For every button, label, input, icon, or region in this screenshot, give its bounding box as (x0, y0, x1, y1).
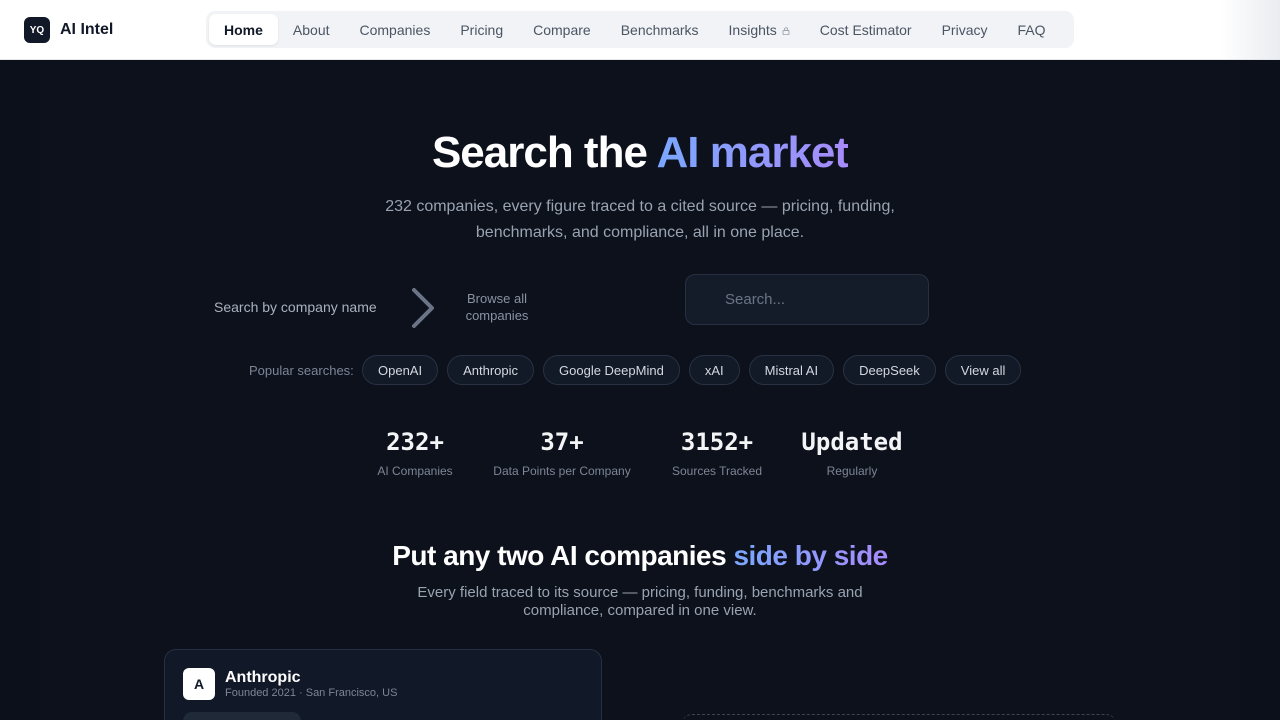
search-label: Search by company name (214, 299, 377, 315)
stat-value: Updated (801, 428, 903, 456)
chip-deepseek[interactable]: DeepSeek (843, 355, 936, 385)
nav-item-insights[interactable]: Insights (714, 14, 805, 45)
hero-title: Search the AI market (0, 128, 1280, 178)
top-navigation-bar: YQ AI Intel Home About Companies Pricing… (0, 0, 1280, 60)
browse-all-companies-link[interactable]: Browse all companies (452, 290, 542, 324)
chip-xai[interactable]: xAI (688, 355, 740, 385)
nav-item-about[interactable]: About (278, 14, 345, 45)
stat-companies: 232+ AI Companies (364, 428, 466, 478)
compare-title-accent: side by side (733, 540, 888, 571)
nav-item-home[interactable]: Home (209, 14, 278, 45)
nav-item-benchmarks[interactable]: Benchmarks (606, 14, 714, 45)
nav-item-companies[interactable]: Companies (345, 14, 446, 45)
brand-logo[interactable]: YQ AI Intel (24, 17, 113, 43)
stat-sources: 3152+ Sources Tracked (664, 428, 770, 478)
company-avatar: A (183, 668, 215, 700)
company-tag (183, 712, 301, 720)
brand-name: AI Intel (60, 21, 114, 38)
search-row: Search by company name Browse all compan… (0, 274, 1280, 329)
hero-subtitle: 232 companies, every figure traced to a … (385, 198, 895, 241)
compare-section-title: Put any two AI companies side by side (0, 540, 1280, 572)
stat-value: 232+ (386, 428, 444, 456)
main-content: Search the AI market 232 companies, ever… (0, 60, 1280, 720)
stats-row: 232+ AI Companies 37+ Data Points per Co… (0, 428, 1280, 488)
company-card[interactable]: A Anthropic Founded 2021 · San Francisco… (164, 649, 602, 720)
popular-chips: OpenAI Anthropic Google DeepMind xAI Mis… (362, 355, 1022, 385)
compare-title-prefix: Put any two AI companies (392, 540, 734, 571)
stat-updated: Updated Regularly (796, 428, 908, 478)
chevron-right-icon[interactable] (408, 287, 440, 329)
main-nav: Home About Companies Pricing Compare Ben… (206, 11, 1074, 48)
nav-item-cost-estimator[interactable]: Cost Estimator (805, 14, 927, 45)
stat-label: Sources Tracked (671, 464, 763, 478)
stat-value: 37+ (540, 428, 584, 456)
search-input[interactable] (685, 274, 929, 325)
chip-openai[interactable]: OpenAI (362, 355, 439, 385)
hero-title-prefix: Search the (431, 128, 657, 177)
chip-view-all[interactable]: View all (944, 355, 1022, 385)
chip-google-deepmind[interactable]: Google DeepMind (543, 355, 680, 385)
stat-label: AI Companies (377, 464, 453, 478)
stat-label: Regularly (826, 464, 878, 478)
brand-badge: YQ (24, 17, 50, 43)
chip-anthropic[interactable]: Anthropic (447, 355, 535, 385)
nav-item-faq[interactable]: FAQ (1003, 14, 1061, 45)
stat-value: 3152+ (680, 428, 754, 456)
nav-item-compare[interactable]: Compare (518, 14, 606, 45)
nav-item-insights-label: Insights (728, 21, 777, 38)
popular-searches: Popular searches: OpenAI Anthropic Googl… (0, 355, 1280, 385)
chip-mistral-ai[interactable]: Mistral AI (748, 355, 835, 385)
header-edge-fade (1220, 0, 1280, 60)
nav-item-pricing[interactable]: Pricing (445, 14, 518, 45)
company-meta: Founded 2021 · San Francisco, US (225, 687, 398, 699)
company-name: Anthropic (225, 669, 301, 686)
hero-title-accent: AI market (656, 128, 850, 177)
compare-placeholder-outline (682, 714, 1116, 720)
nav-item-privacy[interactable]: Privacy (927, 14, 1003, 45)
popular-searches-label: Popular searches: (249, 363, 354, 378)
stat-data-points: 37+ Data Points per Company (488, 428, 636, 478)
lock-icon (782, 26, 790, 35)
compare-section-subtitle: Every field traced to its source — prici… (417, 584, 863, 619)
stat-label: Data Points per Company (493, 464, 631, 478)
